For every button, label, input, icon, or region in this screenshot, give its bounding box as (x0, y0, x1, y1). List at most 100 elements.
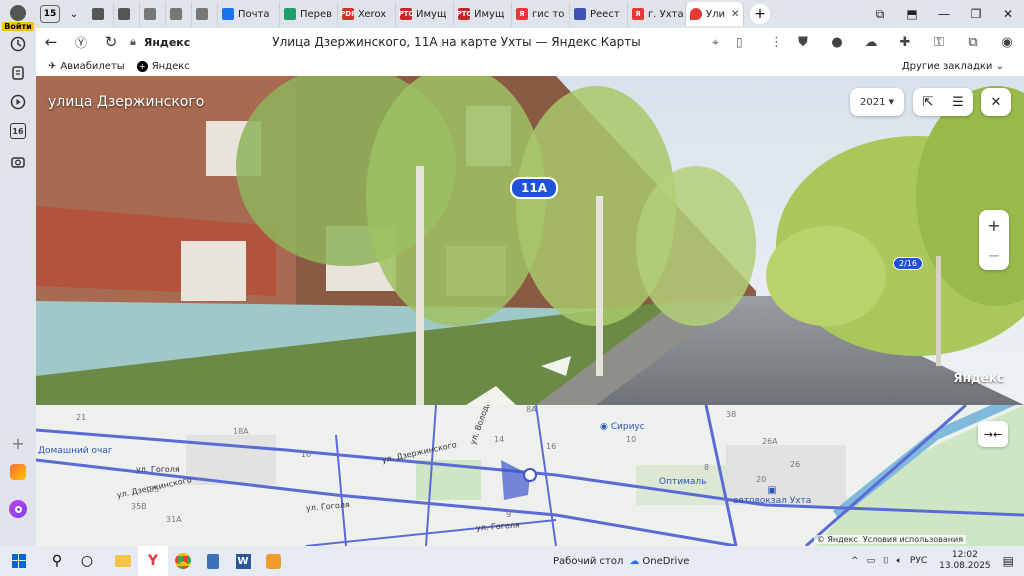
history-icon[interactable] (6, 33, 30, 55)
map-pin-icon (690, 8, 702, 20)
tab[interactable] (140, 2, 166, 26)
tab-label: Почта (238, 8, 270, 20)
close-window-button[interactable]: ✕ (992, 7, 1024, 21)
add-panel-icon[interactable]: + (6, 432, 30, 454)
word-icon[interactable]: W (228, 546, 258, 576)
tab[interactable]: Яг. Ухта (628, 2, 686, 26)
mini-map[interactable]: ◉ Сириус Домашний очаг Оптималь ▣ автовок… (36, 405, 1024, 546)
poi-bus-station[interactable]: ▣ автовокзал Ухта (733, 485, 811, 506)
extensions-icon[interactable]: ✚ (888, 35, 922, 50)
task-view-icon[interactable]: ○ (72, 546, 102, 576)
house-number-label: 38 (726, 410, 737, 419)
file-explorer-icon[interactable] (108, 546, 138, 576)
tab[interactable]: Почта (218, 2, 280, 26)
desktop-label[interactable]: Рабочий стол (553, 556, 623, 567)
translate-icon[interactable]: ⧉ (956, 35, 990, 50)
street-panorama[interactable]: улица Дзержинского 2021 ▼ ⇱ ☰ ✕ 11А 2/16… (36, 76, 1024, 405)
calendar-day: 16 (10, 123, 26, 139)
tab-active[interactable]: Ули ✕ (686, 2, 744, 26)
chevron-up-icon[interactable]: ^ (851, 556, 859, 566)
tab[interactable] (166, 2, 192, 26)
video-icon[interactable] (6, 91, 30, 113)
cloud-extension-icon[interactable]: ☁ (854, 35, 888, 50)
notifications-icon[interactable]: ▤ (1003, 554, 1014, 568)
map-terms-link[interactable]: Условия использования (863, 535, 963, 544)
favicon-icon: Я (632, 8, 644, 20)
avatar-extension-icon[interactable]: ● (820, 35, 854, 50)
bookmark-yandex[interactable]: + Яндекс (136, 60, 190, 72)
favicon-icon (144, 8, 156, 20)
clock[interactable]: 12:02 13.08.2025 (939, 550, 991, 572)
address-label[interactable]: 11А (510, 177, 558, 199)
open-external-icon[interactable]: ⇱ (913, 95, 943, 110)
panorama-image (36, 76, 1024, 405)
extensions-area: ⛊ ● ☁ ✚ ⚿ ⧉ ◉ (786, 28, 1024, 56)
onedrive-icon: ☁ (629, 555, 640, 567)
alice-icon[interactable] (6, 498, 30, 520)
login-label: Войти (2, 22, 34, 31)
reload-button[interactable]: ↻ (96, 33, 126, 51)
year-selector[interactable]: 2021 ▼ (850, 88, 904, 116)
windows-start-icon[interactable] (4, 546, 34, 576)
tab[interactable] (88, 2, 114, 26)
bookmarks-bar: ✈ Авиабилеты + Яндекс Другие закладки ⌄ (36, 56, 1024, 76)
tab[interactable] (114, 2, 140, 26)
maximize-button[interactable]: ❐ (960, 7, 992, 21)
poi-label: Сириус (610, 422, 645, 432)
zoom-in-button[interactable]: + (987, 216, 1000, 235)
menu-icon[interactable]: ☰ (943, 95, 973, 110)
tab[interactable]: РТС Имущ (396, 2, 454, 26)
tab-manager-icon[interactable]: ⧉ (864, 7, 896, 22)
user-avatar-icon (10, 5, 26, 21)
tab[interactable]: РТС Имущ (454, 2, 512, 26)
tab[interactable] (192, 2, 218, 26)
new-tab-button[interactable]: + (750, 4, 770, 24)
poi-domashniy-ochag[interactable]: Домашний очаг (38, 446, 113, 456)
screenshot-icon[interactable] (6, 151, 30, 173)
bookmark-icon[interactable]: ▯ (736, 35, 743, 49)
back-button[interactable]: ← (36, 33, 66, 51)
yandex-services-icon[interactable] (6, 461, 30, 483)
house-number-label: 35 (149, 485, 160, 494)
chrome-icon[interactable] (168, 546, 198, 576)
yandex-browser-icon[interactable]: Y (138, 546, 168, 576)
bookmark-flights[interactable]: ✈ Авиабилеты (48, 61, 125, 72)
tab[interactable]: Реест (570, 2, 628, 26)
app-icon[interactable] (258, 546, 288, 576)
onedrive-label[interactable]: OneDrive (642, 556, 689, 567)
close-tab-icon[interactable]: ✕ (731, 9, 739, 20)
poi-optimal[interactable]: Оптималь (659, 477, 706, 487)
language-indicator[interactable]: РУС (910, 556, 927, 566)
other-bookmarks[interactable]: Другие закладки ⌄ (902, 61, 1004, 72)
taskbar-toolbar: Рабочий стол ☁ OneDrive (553, 546, 689, 576)
calendar-icon[interactable]: 16 (6, 120, 30, 142)
tab[interactable]: Перев (280, 2, 338, 26)
address-label-small[interactable]: 2/16 (893, 257, 923, 270)
login-button[interactable]: Войти (2, 2, 34, 34)
camera-icon[interactable]: ▭ (867, 556, 876, 566)
chevron-down-icon[interactable]: ⌄ (60, 9, 88, 20)
yandex-home-icon[interactable]: Ⓨ (66, 34, 96, 51)
favicon-icon (92, 8, 104, 20)
tab-label: Имущ (416, 8, 447, 20)
tab[interactable]: PDF Xerox (338, 2, 396, 26)
location-icon[interactable]: ⌖ (712, 35, 719, 50)
minimize-button[interactable]: — (928, 7, 960, 21)
tab[interactable]: Ягис то (512, 2, 570, 26)
zoom-out-button[interactable]: − (987, 246, 1000, 265)
expand-map-button[interactable]: →← (978, 421, 1008, 447)
poi-sirius[interactable]: ◉ Сириус (600, 422, 645, 432)
profile-icon[interactable]: ◉ (990, 35, 1024, 50)
tab-count[interactable]: 15 (40, 5, 60, 23)
network-icon[interactable]: ⌷ (883, 556, 888, 566)
calculator-icon[interactable] (198, 546, 228, 576)
more-menu-icon[interactable]: ⋮ (770, 35, 783, 50)
close-panorama-button[interactable]: ✕ (981, 88, 1011, 116)
search-icon[interactable]: ⚲ (42, 546, 72, 576)
passwords-icon[interactable]: ⚿ (922, 35, 956, 50)
url-field[interactable]: 🔒︎ Яндекс Улица Дзержинского, 11А на кар… (126, 31, 641, 53)
bookmark-panel-icon[interactable]: ⬒ (896, 7, 928, 21)
volume-icon[interactable]: 🔈︎ (897, 556, 902, 566)
adblock-extension-icon[interactable]: ⛊ (786, 35, 820, 50)
collections-icon[interactable] (6, 62, 30, 84)
